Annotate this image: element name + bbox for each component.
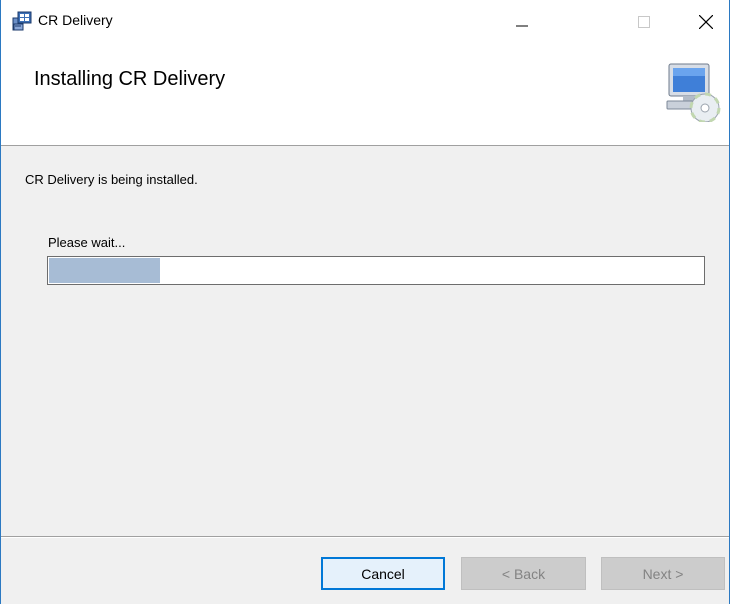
cancel-button[interactable]: Cancel — [321, 557, 445, 590]
computer-cd-setup-icon — [666, 63, 721, 122]
minimize-icon — [516, 25, 528, 27]
header-banner: Installing CR Delivery — [1, 44, 729, 146]
installer-window: CR Delivery Installing CR Delivery CR De… — [0, 0, 730, 604]
minimize-button[interactable] — [499, 0, 545, 44]
please-wait-label: Please wait... — [48, 235, 126, 250]
footer-divider — [1, 536, 729, 538]
progress-bar — [47, 256, 705, 285]
progress-bar-fill — [49, 258, 160, 283]
page-title: Installing CR Delivery — [34, 68, 226, 90]
installer-package-icon — [12, 11, 32, 31]
maximize-button[interactable] — [621, 0, 667, 44]
close-button[interactable] — [683, 0, 729, 44]
title-bar[interactable]: CR Delivery — [1, 0, 729, 44]
window-title: CR Delivery — [38, 12, 113, 28]
close-icon — [699, 15, 713, 29]
install-status-text: CR Delivery is being installed. — [25, 172, 198, 187]
back-button[interactable]: < Back — [461, 557, 586, 590]
next-button[interactable]: Next > — [601, 557, 725, 590]
maximize-icon — [638, 16, 650, 28]
